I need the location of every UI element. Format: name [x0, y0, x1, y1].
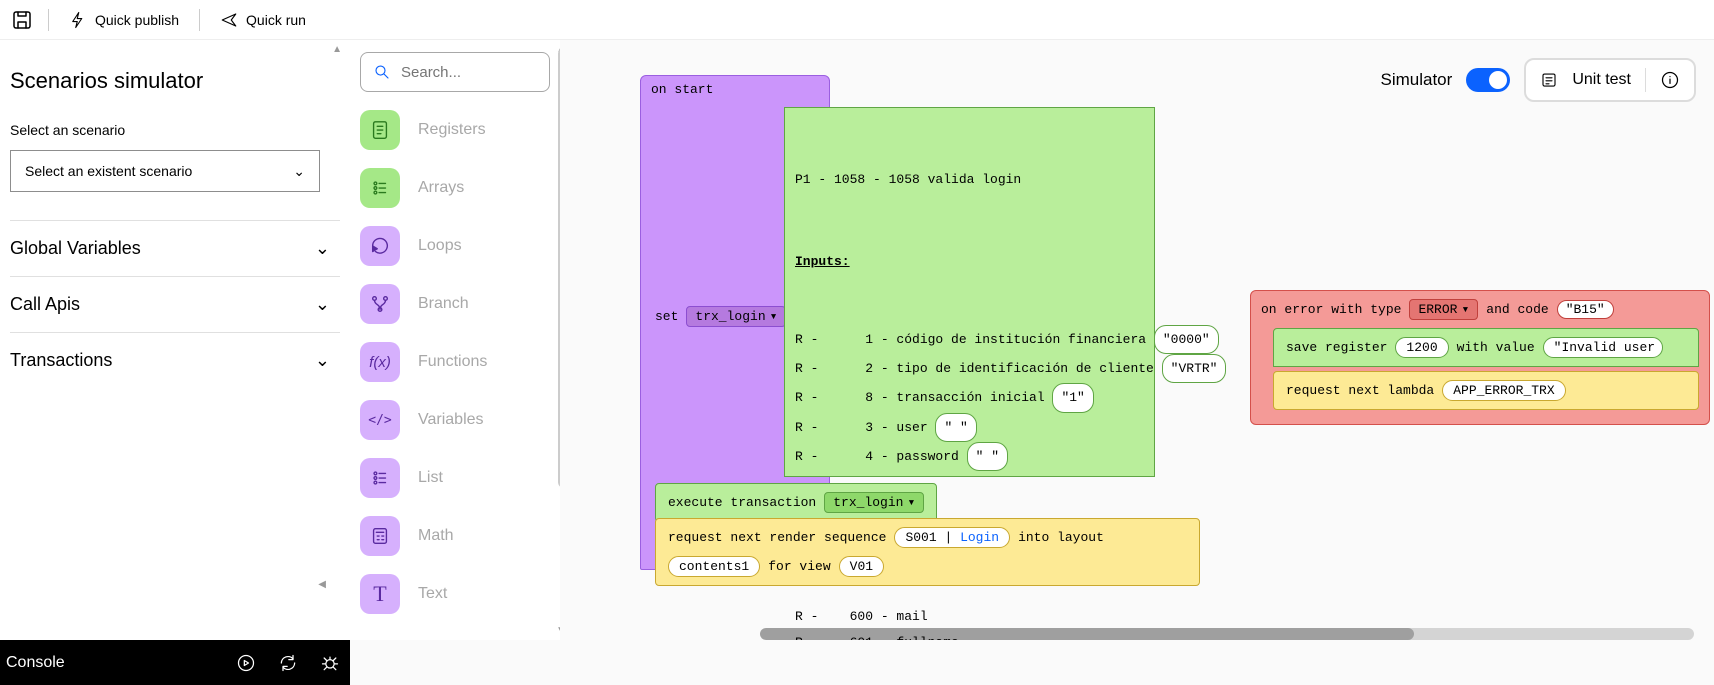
layout-pill[interactable]: contents1 — [668, 556, 760, 577]
input-row: R - 2 - tipo de identificación de client… — [795, 354, 1144, 383]
output-row: R - 600 - mail — [795, 604, 1144, 629]
console-bar[interactable]: Console — [0, 640, 350, 685]
input-value-pill[interactable]: "1" — [1052, 383, 1093, 412]
input-row: R - 3 - user " " — [795, 413, 1144, 442]
functions-icon: f(x) — [360, 342, 400, 382]
simulator-toggle[interactable] — [1466, 68, 1510, 92]
input-value-pill[interactable]: "0000" — [1154, 325, 1219, 354]
quick-run-label: Quick run — [246, 12, 306, 28]
chevron-down-icon: ⌄ — [293, 163, 305, 180]
chevron-down-icon: ⌄ — [315, 350, 330, 371]
input-value-pill[interactable]: " " — [967, 442, 1008, 471]
sequence-pill[interactable]: S001 | Login — [894, 527, 1010, 548]
canvas-controls: Simulator Unit test — [1381, 58, 1697, 102]
variables-icon: </> — [360, 400, 400, 440]
input-row: R - 8 - transacción inicial "1" — [795, 383, 1144, 412]
palette-item-registers[interactable]: Registers — [360, 110, 550, 150]
separator — [199, 9, 200, 31]
accordion-global-variables[interactable]: Global Variables ⌄ — [10, 220, 340, 276]
simulator-label: Simulator — [1381, 70, 1453, 90]
error-type-dropdown[interactable]: ERROR▾ — [1409, 299, 1478, 320]
palette-item-text[interactable]: T Text — [360, 574, 550, 614]
topbar: Quick publish Quick run — [0, 0, 1714, 40]
quick-run-button[interactable]: Quick run — [214, 7, 312, 33]
math-icon — [360, 516, 400, 556]
trx-title: P1 - 1058 - 1058 valida login — [795, 167, 1144, 192]
page-title: Scenarios simulator — [10, 68, 340, 94]
arrays-icon — [360, 168, 400, 208]
input-value-pill[interactable]: " " — [935, 413, 976, 442]
text-icon: T — [360, 574, 400, 614]
canvas-horizontal-scrollbar[interactable] — [760, 628, 1694, 640]
info-icon[interactable] — [1660, 70, 1680, 90]
input-value-pill[interactable]: "VRTR" — [1162, 354, 1227, 383]
workspace-canvas[interactable]: Simulator Unit test on start set trx_log… — [560, 40, 1714, 640]
unit-test-button[interactable]: Unit test — [1524, 58, 1696, 102]
palette-item-functions[interactable]: f(x) Functions — [360, 342, 550, 382]
on-start-label: on start — [641, 76, 829, 103]
accordion-transactions[interactable]: Transactions ⌄ — [10, 332, 340, 388]
console-label: Console — [6, 654, 65, 672]
block-palette: ▲ Registers Arrays Loops Branch f(x) Fun… — [350, 40, 560, 640]
bug-icon[interactable] — [320, 653, 340, 673]
scenarios-sidebar: ▲ Scenarios simulator Select an scenario… — [0, 40, 350, 640]
palette-item-loops[interactable]: Loops — [360, 226, 550, 266]
exec-var-dropdown[interactable]: trx_login▾ — [824, 492, 924, 513]
block-request-lambda[interactable]: request next lambda APP_ERROR_TRX — [1273, 371, 1699, 410]
quick-publish-button[interactable]: Quick publish — [63, 7, 185, 33]
input-row: R - 4 - password " " — [795, 442, 1144, 471]
chevron-down-icon: ⌄ — [315, 294, 330, 315]
collapse-handle-icon[interactable]: ◀ — [318, 579, 326, 590]
input-row: R - 1 - código de institución financiera… — [795, 325, 1144, 354]
palette-item-branch[interactable]: Branch — [360, 284, 550, 324]
block-save-register[interactable]: save register 1200 with value "Invalid u… — [1273, 328, 1699, 367]
error-code-pill[interactable]: "B15" — [1557, 300, 1614, 319]
block-on-error[interactable]: on error with type ERROR▾ and code "B15"… — [1250, 290, 1710, 425]
palette-item-arrays[interactable]: Arrays — [360, 168, 550, 208]
refresh-icon[interactable] — [278, 653, 298, 673]
block-request-render[interactable]: request next render sequence S001 | Logi… — [655, 518, 1200, 586]
block-execute-transaction[interactable]: execute transaction trx_login▾ — [655, 483, 937, 522]
scenario-select[interactable]: Select an existent scenario ⌄ — [10, 150, 320, 192]
palette-item-variables[interactable]: </> Variables — [360, 400, 550, 440]
collapse-handle-icon[interactable]: ▲ — [332, 44, 342, 55]
palette-item-math[interactable]: Math — [360, 516, 550, 556]
save-icon[interactable] — [10, 8, 34, 32]
search-input[interactable] — [401, 64, 537, 81]
quick-publish-label: Quick publish — [95, 12, 179, 28]
chevron-down-icon: ⌄ — [315, 238, 330, 259]
loops-icon — [360, 226, 400, 266]
separator — [48, 9, 49, 31]
view-pill[interactable]: V01 — [839, 556, 884, 577]
registers-icon — [360, 110, 400, 150]
play-icon[interactable] — [236, 653, 256, 673]
list-icon — [360, 458, 400, 498]
scenario-select-placeholder: Select an existent scenario — [25, 163, 192, 179]
palette-search[interactable] — [360, 52, 550, 92]
main-area: ▲ Scenarios simulator Select an scenario… — [0, 40, 1714, 640]
accordion-call-apis[interactable]: Call Apis ⌄ — [10, 276, 340, 332]
branch-icon — [360, 284, 400, 324]
block-transaction-definition[interactable]: P1 - 1058 - 1058 valida login Inputs: R … — [784, 107, 1155, 477]
palette-item-list[interactable]: List — [360, 458, 550, 498]
trx-login-dropdown[interactable]: trx_login▾ — [686, 306, 786, 327]
scenario-select-label: Select an scenario — [10, 122, 340, 138]
